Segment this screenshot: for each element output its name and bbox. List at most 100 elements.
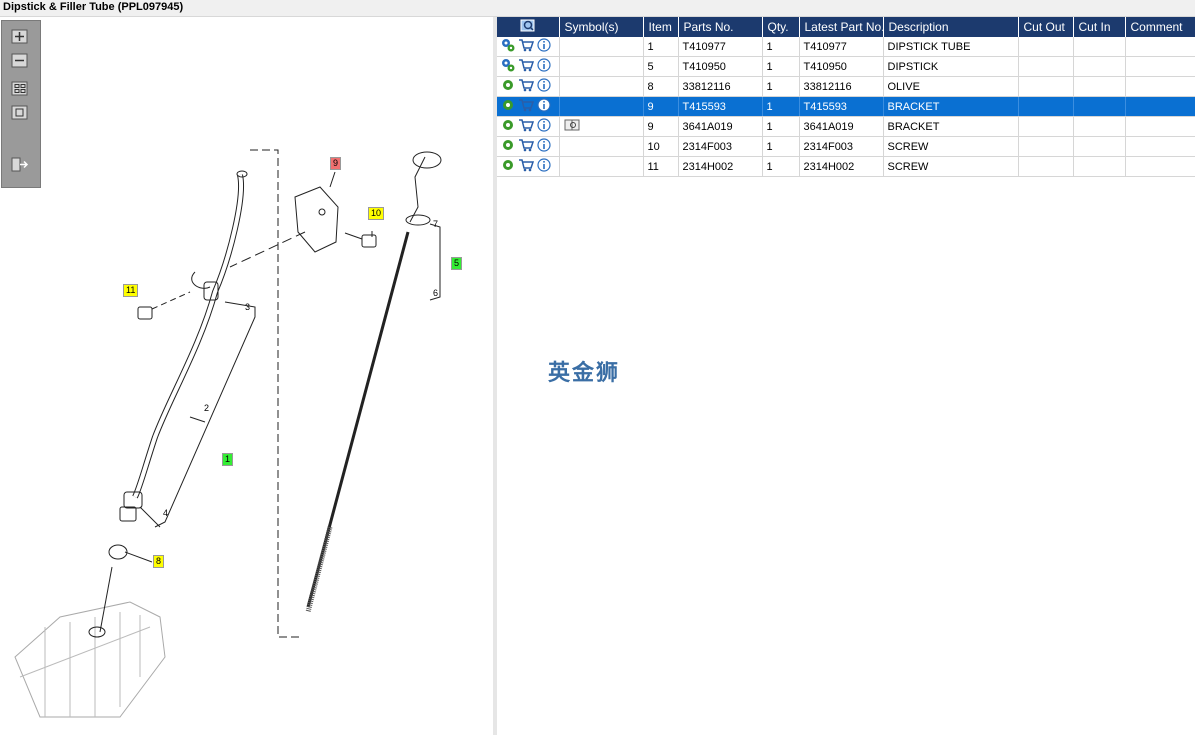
table-row[interactable]: 10 2314F003 1 2314F003 SCREW [497, 136, 1195, 157]
add-to-cart-button[interactable] [518, 58, 535, 75]
column-header-qty[interactable]: Qty. [762, 17, 800, 37]
row-actions[interactable] [497, 76, 560, 97]
info-button[interactable] [537, 78, 551, 95]
info-button[interactable] [537, 118, 551, 135]
info-button[interactable] [537, 38, 551, 55]
cell-symbols [559, 116, 644, 137]
cell-item: 8 [643, 76, 679, 97]
cell-latest-part-no: 2314F003 [799, 136, 884, 157]
callout-9[interactable]: 9 [330, 157, 342, 170]
cell-symbols [559, 76, 644, 97]
search-icon [520, 19, 535, 31]
options-button[interactable] [501, 58, 515, 75]
export-button[interactable] [11, 157, 29, 173]
cell-symbols [559, 136, 644, 157]
minus-icon [11, 53, 28, 68]
table-row[interactable]: 9 T415593 1 T415593 BRACKET [497, 96, 1195, 117]
callout-8[interactable]: 8 [153, 555, 165, 568]
add-to-cart-button[interactable] [518, 38, 535, 55]
callout-11[interactable]: 11 [123, 284, 139, 297]
cart-icon [519, 139, 535, 152]
cell-comment [1125, 76, 1195, 97]
cell-parts-no: T410977 [678, 37, 763, 57]
cell-qty: 1 [762, 136, 800, 157]
info-button[interactable] [537, 98, 551, 115]
gear-icon [503, 140, 513, 150]
cell-cut-in [1073, 156, 1126, 177]
cell-latest-part-no: 3641A019 [799, 116, 884, 137]
add-to-cart-button[interactable] [518, 78, 535, 95]
fit-icon [11, 81, 28, 96]
part-label-3: 3 [245, 302, 251, 312]
cell-qty: 1 [762, 156, 800, 177]
column-header-cut-out[interactable]: Cut Out [1018, 17, 1074, 37]
cart-icon [519, 119, 535, 132]
callout-5[interactable]: 5 [451, 257, 463, 270]
row-actions[interactable] [497, 136, 560, 157]
table-row[interactable]: 9 3641A019 1 3641A019 BRACKET [497, 116, 1195, 137]
parts-table: Symbol(s) Item Parts No. Qty. Latest Par… [497, 17, 1195, 177]
cell-comment [1125, 96, 1195, 117]
book-icon-button[interactable] [564, 119, 580, 135]
table-row[interactable]: 8 33812116 1 33812116 OLIVE [497, 76, 1195, 97]
zoom-out-button[interactable] [11, 53, 29, 69]
cell-cut-out [1018, 56, 1074, 77]
table-row[interactable]: 11 2314H002 1 2314H002 SCREW [497, 156, 1195, 177]
row-actions[interactable] [497, 156, 560, 177]
row-actions[interactable] [497, 56, 560, 77]
fit-window-button[interactable] [11, 105, 29, 121]
options-button[interactable] [501, 78, 515, 95]
cell-symbols [559, 37, 644, 57]
column-header-comment[interactable]: Comment [1125, 17, 1195, 37]
cell-item: 1 [643, 37, 679, 57]
zoom-in-button[interactable] [11, 29, 29, 45]
gears-icon [502, 59, 515, 72]
cell-cut-out [1018, 37, 1074, 57]
cell-latest-part-no: 33812116 [799, 76, 884, 97]
callout-10[interactable]: 10 [368, 207, 385, 220]
info-icon [537, 138, 551, 152]
row-actions[interactable] [497, 96, 560, 117]
cell-symbols [559, 156, 644, 177]
options-button[interactable] [501, 98, 515, 115]
add-to-cart-button[interactable] [518, 158, 535, 175]
cell-latest-part-no: T410950 [799, 56, 884, 77]
column-header-search[interactable] [497, 17, 560, 37]
cell-item: 9 [643, 116, 679, 137]
cell-symbols [559, 56, 644, 77]
info-button[interactable] [537, 158, 551, 175]
book-icon [564, 119, 579, 131]
column-header-item[interactable]: Item [643, 17, 679, 37]
cell-item: 11 [643, 156, 679, 177]
options-button[interactable] [501, 158, 515, 175]
info-icon [537, 78, 551, 92]
callout-1[interactable]: 1 [222, 453, 234, 466]
exploded-diagram[interactable] [0, 17, 493, 735]
column-header-latest-part-no[interactable]: Latest Part No. [799, 17, 884, 37]
cell-cut-in [1073, 96, 1126, 117]
fit-all-button[interactable] [11, 81, 29, 97]
add-to-cart-button[interactable] [518, 118, 535, 135]
info-button[interactable] [537, 58, 551, 75]
cell-cut-out [1018, 156, 1074, 177]
cart-icon [519, 99, 535, 112]
cell-qty: 1 [762, 76, 800, 97]
table-row[interactable]: 1 T410977 1 T410977 DIPSTICK TUBE [497, 37, 1195, 57]
column-header-description[interactable]: Description [883, 17, 1019, 37]
info-icon [537, 98, 551, 112]
info-button[interactable] [537, 138, 551, 155]
column-header-parts-no[interactable]: Parts No. [678, 17, 763, 37]
cell-comment [1125, 37, 1195, 57]
cell-item: 10 [643, 136, 679, 157]
options-button[interactable] [501, 138, 515, 155]
row-actions[interactable] [497, 37, 560, 57]
options-button[interactable] [501, 38, 515, 55]
table-row[interactable]: 5 T410950 1 T410950 DIPSTICK [497, 56, 1195, 77]
column-header-cut-in[interactable]: Cut In [1073, 17, 1126, 37]
cell-cut-out [1018, 96, 1074, 117]
row-actions[interactable] [497, 116, 560, 137]
add-to-cart-button[interactable] [518, 98, 535, 115]
options-button[interactable] [501, 118, 515, 135]
add-to-cart-button[interactable] [518, 138, 535, 155]
column-header-symbols[interactable]: Symbol(s) [559, 17, 644, 37]
